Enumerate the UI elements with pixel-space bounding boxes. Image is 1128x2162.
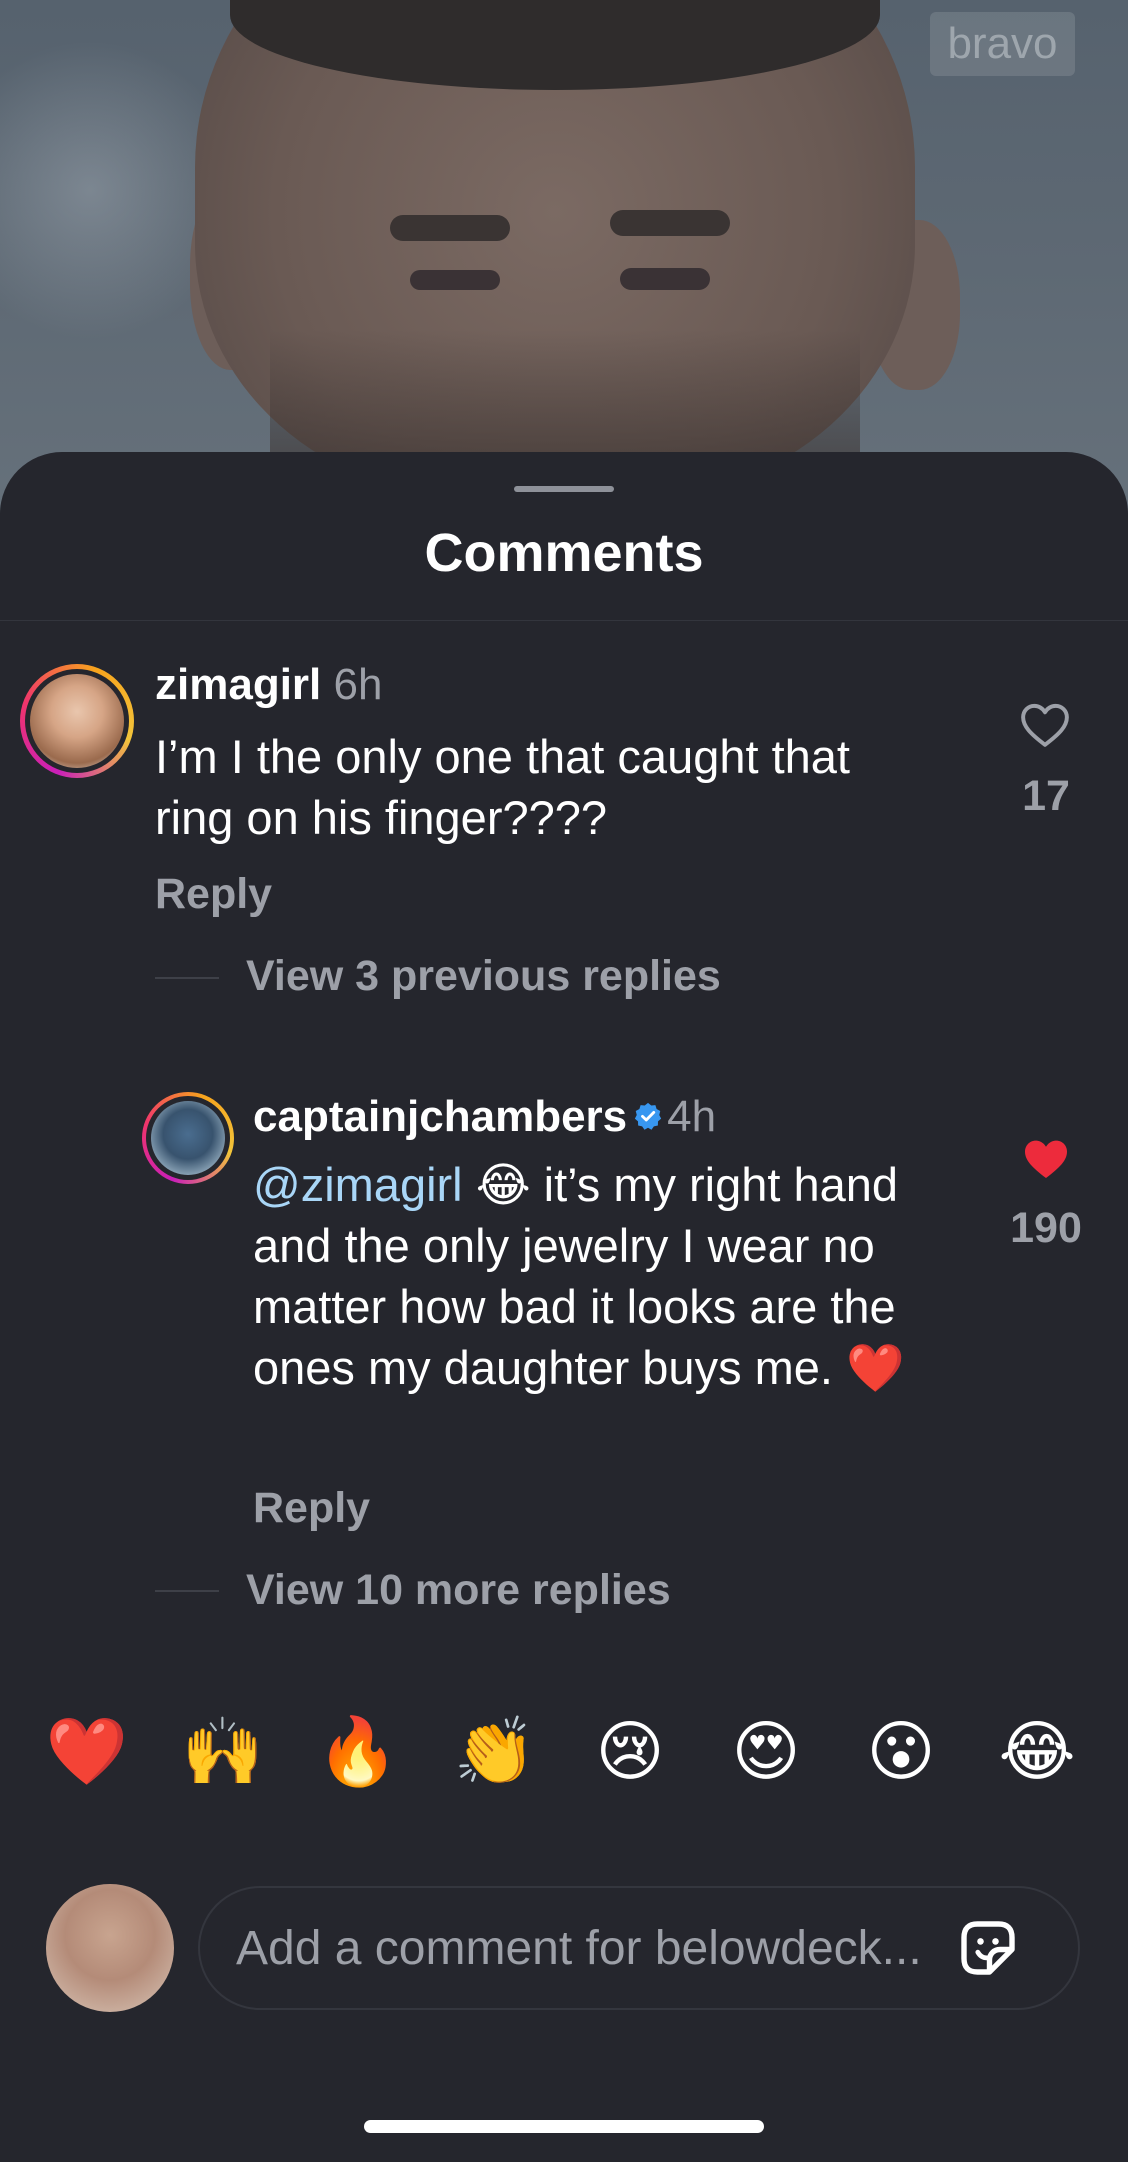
video-background: bravo xyxy=(0,0,1128,520)
reply-time: 4h xyxy=(667,1092,717,1141)
divider xyxy=(0,620,1128,621)
home-indicator xyxy=(364,2120,764,2133)
emoji-surprised[interactable]: 😮 xyxy=(856,1706,946,1796)
channel-watermark: bravo xyxy=(930,12,1075,76)
thread-line xyxy=(155,1590,219,1592)
comment-list[interactable]: zimagirl 6h I’m I the only one that caug… xyxy=(0,622,1128,1706)
reply-header: captainjchambers 4h xyxy=(253,1092,716,1142)
reply-username[interactable]: captainjchambers xyxy=(253,1092,627,1141)
comments-screen: bravo Comments zimagirl 6h I’m I the onl… xyxy=(0,0,1128,2162)
emoji-crying[interactable]: 😢 xyxy=(585,1706,675,1796)
reply-text: @zimagirl 😂 it’s my right hand and the o… xyxy=(253,1154,953,1398)
mention-link[interactable]: @zimagirl xyxy=(253,1158,463,1211)
comment-header: zimagirl 6h xyxy=(155,660,382,710)
emoji-reaction-bar: ❤️ 🙌 🔥 👏 😢 😍 😮 😂 xyxy=(0,1706,1128,1836)
comment-text: I’m I the only one that caught that ring… xyxy=(155,730,850,844)
comment-time: 6h xyxy=(333,660,383,709)
emoji-raised-hands[interactable]: 🙌 xyxy=(178,1706,268,1796)
sticker-icon[interactable] xyxy=(952,1912,1024,1984)
emoji-heart[interactable]: ❤️ xyxy=(42,1706,132,1796)
reply-emoji: 😂 xyxy=(475,1158,531,1211)
like-count: 190 xyxy=(1010,1204,1082,1252)
heart-filled-icon[interactable] xyxy=(1022,1137,1070,1181)
emoji-heart-eyes[interactable]: 😍 xyxy=(721,1706,811,1796)
sheet-grabber[interactable] xyxy=(514,486,614,492)
sheet-title: Comments xyxy=(424,523,704,583)
comments-sheet: Comments zimagirl 6h I’m I the only one … xyxy=(0,452,1128,2162)
view-more-replies-button[interactable]: View 10 more replies xyxy=(246,1566,671,1615)
heart-outline-icon[interactable] xyxy=(1020,702,1070,748)
comment-username[interactable]: zimagirl xyxy=(155,660,321,709)
emoji-laughing[interactable]: 😂 xyxy=(992,1706,1082,1796)
user-avatar[interactable] xyxy=(142,1092,234,1184)
thread-line xyxy=(155,977,219,979)
reply-button[interactable]: Reply xyxy=(155,870,272,919)
verified-badge-icon xyxy=(635,1103,662,1131)
emoji-clap[interactable]: 👏 xyxy=(450,1706,540,1796)
view-previous-replies-button[interactable]: View 3 previous replies xyxy=(246,952,721,1001)
user-avatar[interactable] xyxy=(20,664,134,778)
reply-button[interactable]: Reply xyxy=(253,1484,370,1533)
current-user-avatar xyxy=(46,1884,174,2012)
emoji-fire[interactable]: 🔥 xyxy=(313,1706,403,1796)
comment-input[interactable] xyxy=(198,1886,1080,2010)
like-count: 17 xyxy=(1022,772,1070,820)
